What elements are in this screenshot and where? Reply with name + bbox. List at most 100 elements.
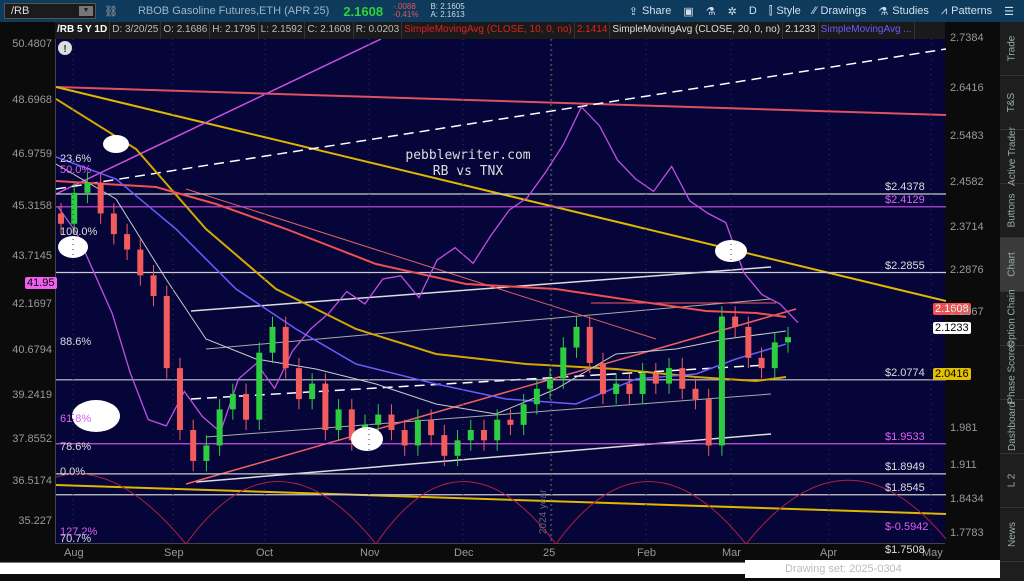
drawings-button[interactable]: ⁄⁄ Drawings [813,5,867,17]
svg-text:!: ! [63,44,66,55]
candle [745,326,752,358]
sidebar-tab-phase-scores[interactable]: Phase Scores [1000,341,1024,404]
screenshot-button[interactable]: ▣ [683,5,693,18]
fib-label: 0.0% [60,466,86,478]
sidebar-tab-active-trader[interactable]: Active Trader [1000,127,1024,186]
timeframe-button[interactable]: D [749,5,757,17]
level-label: $1.8949 [885,460,925,473]
x-axis-tick: Feb [637,547,656,559]
candle [229,393,236,410]
x-axis-tick: Nov [360,547,380,559]
candle [282,326,289,369]
symbol-input[interactable]: /RB ▼ [4,3,96,19]
candle [428,419,435,436]
sidebar-tab-label: Active Trader [1006,127,1018,186]
gear-icon[interactable]: ✲ [728,5,737,18]
level-label: $2.2855 [885,259,925,272]
sidebar-tab-news[interactable]: News [1000,508,1024,562]
candle [71,192,78,224]
sma20-label[interactable]: SimpleMovingAvg (CLOSE, 20, 0, no) [610,22,784,39]
candle [718,316,725,446]
candle [785,337,791,343]
x-axis-tick: Apr [820,547,838,559]
candle [732,316,739,327]
candle [771,342,778,369]
tnx-price-tag: 41.95 [25,277,57,289]
right-axis-tick: 2.4582 [950,176,984,189]
fib-label: 88.6% [60,336,92,348]
candle [150,275,157,296]
candle [295,368,302,400]
candle [441,435,448,456]
share-label: Share [642,5,672,17]
candle [388,414,395,431]
patterns-label: Patterns [951,5,993,17]
left-axis-tick: 39.2419 [12,389,52,402]
style-button[interactable]: ⫿ Style [769,5,801,18]
menu-icon[interactable]: ☰ [1004,5,1014,18]
left-axis-tick: 46.9759 [12,147,52,160]
sma-other-label[interactable]: SimpleMovingAvg ... [819,22,915,39]
info-close: C: 2.1608 [305,22,354,39]
candle [97,182,104,214]
candle [163,295,170,369]
sidebar-tab-buttons[interactable]: Buttons [1000,184,1024,238]
instrument-title: RBOB Gasoline Futures,ETH (APR 25) [137,5,330,17]
info-range: R: 0.0203 [354,22,403,39]
chevron-down-icon[interactable]: ▼ [79,6,93,16]
right-axis-tick: 2.7384 [950,32,984,44]
style-label: Style [776,5,801,17]
flask-button[interactable]: ⚗ [706,5,716,18]
left-axis-tick: 37.8552 [12,432,52,445]
sma10-label[interactable]: SimpleMovingAvg (CLOSE, 10, 0, no) [402,22,575,39]
sidebar-tab-label: Trade [1006,35,1018,62]
falling-trendline [185,188,657,340]
fib-label: 100.0% [60,226,98,238]
candle [243,393,250,420]
sidebar-tab-l-2[interactable]: L 2 [1000,454,1024,508]
right-axis-tick: 2.2067 [950,306,984,319]
horizontal-scrollbar[interactable] [0,562,745,574]
patterns-button[interactable]: ⩘ Patterns [941,5,992,18]
candle [599,362,606,394]
fib-label: 70.7% [60,533,92,545]
right-axis-tick: 2.6416 [950,81,984,94]
info-low: L: 2.1592 [259,22,306,39]
candle [216,409,223,446]
sidebar-tab-label: Dashboard [1006,402,1018,451]
right-axis-tick: 2.2876 [950,264,984,277]
x-axis-tick: Sep [164,547,184,559]
sidebar-tab-trade[interactable]: Trade [1000,22,1024,76]
pct-change: -0.41% [393,10,419,19]
sidebar-tab-t-s[interactable]: T&S [1000,76,1024,130]
candle [335,409,342,431]
candle [322,383,329,431]
studies-button[interactable]: ⚗ Studies [878,5,929,18]
sma20-line [56,163,787,415]
sidebar-tab-label: L 2 [1006,473,1018,488]
candle [586,326,593,363]
last-price: 2.1608 [343,3,384,19]
candle [84,182,91,193]
candle [480,430,487,441]
chart-plot-area[interactable]: 2024 year pebblewriter.com RB vs TNX ! [55,39,946,544]
top-toolbar: /RB ▼ ⛓ RBOB Gasoline Futures,ETH (APR 25… [0,0,1024,22]
sidebar-tab-chart[interactable]: Chart [1000,238,1024,292]
candle [507,419,514,425]
candle [401,430,408,446]
info-open: O: 2.1686 [161,22,211,39]
x-axis-tick: Aug [64,547,84,559]
right-axis-tick: 1.8434 [950,493,984,506]
share-button[interactable]: ⇪ Share [629,5,672,18]
candle-icon: ⫿ [768,4,773,17]
left-axis-tick: 42.1697 [12,297,52,310]
symbol-value: /RB [11,5,30,17]
sidebar-tab-dashboard[interactable]: Dashboard [1000,400,1024,454]
fib-label: 78.6% [60,441,92,453]
candle [666,368,673,384]
x-axis-tick: Mar [722,547,741,559]
sidebar-tab-option-chain[interactable]: Option Chain [1000,289,1024,348]
link-icon[interactable]: ⛓ [104,5,118,18]
trendline-magenta [56,39,382,195]
left-axis-tick: 50.4807 [12,38,52,50]
